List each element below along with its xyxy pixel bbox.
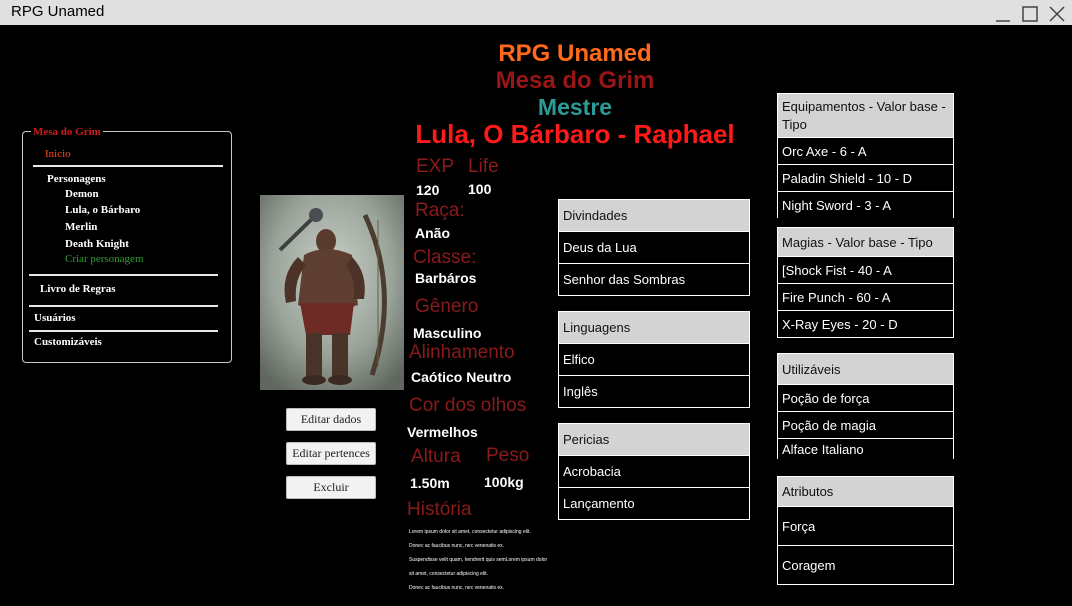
exp-value: 120 [416, 182, 440, 198]
deities-header: Divindades [558, 199, 750, 232]
sidebar-character-merlin[interactable]: Merlin [65, 221, 97, 233]
table-row: Elfico [558, 344, 750, 376]
sidebar-legend: Mesa do Grim [31, 126, 103, 138]
race-label: Raça: [415, 200, 465, 221]
history-text-line: Lorem ipsum dolor sit amet, consectetur … [409, 529, 531, 535]
edit-data-button[interactable]: Editar dados [286, 408, 376, 431]
life-label: Life [468, 156, 499, 177]
magic-table: Magias - Valor base - Tipo [Shock Fist -… [777, 227, 954, 338]
table-name-heading: Mesa do Grim [495, 67, 655, 94]
table-row: Alface Italiano [777, 439, 954, 459]
history-text-line: Donec ac faucibus nunc, nec venenatis ex… [409, 585, 505, 591]
languages-header: Linguagens [558, 311, 750, 344]
table-row: Fire Punch - 60 - A [777, 284, 954, 311]
height-value: 1.50m [410, 475, 450, 491]
sidebar-item-rulebook[interactable]: Livro de Regras [40, 283, 116, 295]
deities-table: Divindades Deus da Lua Senhor das Sombra… [558, 199, 750, 296]
sidebar-create-character[interactable]: Criar personagem [65, 253, 144, 265]
table-row: Acrobacia [558, 456, 750, 488]
history-label: História [407, 499, 472, 520]
table-row: Poção de força [777, 385, 954, 412]
attributes-table: Atributos Força Coragem [777, 476, 954, 585]
gender-label: Gênero [415, 296, 479, 317]
character-portrait [260, 195, 404, 390]
table-row: Coragem [777, 546, 954, 585]
app-name-heading: RPG Unamed [498, 40, 652, 67]
table-row: Deus da Lua [558, 232, 750, 264]
table-row: Poção de magia [777, 412, 954, 439]
eye-color-value: Vermelhos [407, 424, 478, 440]
alignment-value: Caótico Neutro [411, 369, 512, 385]
divider [29, 305, 218, 307]
table-row: Orc Axe - 6 - A [777, 138, 954, 165]
sidebar-character-death-knight[interactable]: Death Knight [65, 238, 129, 250]
table-row: Lançamento [558, 488, 750, 520]
class-value: Barbáros [415, 270, 477, 286]
exp-label: EXP [416, 156, 455, 177]
usables-header: Utilizáveis [777, 353, 954, 385]
languages-table: Linguagens Elfico Inglês [558, 311, 750, 408]
edit-belongings-button[interactable]: Editar pertences [286, 442, 376, 465]
table-row: [Shock Fist - 40 - A [777, 257, 954, 284]
history-text-line: sit amet, consectetur adipiscing elit. [409, 571, 488, 577]
sidebar-item-home[interactable]: Inicio [45, 148, 71, 160]
table-row: Inglês [558, 376, 750, 408]
race-value: Anão [415, 225, 450, 241]
weight-value: 100kg [484, 474, 524, 490]
maximize-icon[interactable] [1020, 4, 1040, 24]
history-text-line: Donec ac faucibus nunc, nec venenatis ex… [409, 543, 505, 549]
close-icon[interactable] [1047, 4, 1067, 24]
gender-value: Masculino [413, 325, 482, 341]
sidebar-item-users[interactable]: Usuários [34, 312, 76, 324]
skills-table: Pericias Acrobacia Lançamento [558, 423, 750, 520]
table-row: Paladin Shield - 10 - D [777, 165, 954, 192]
magic-header: Magias - Valor base - Tipo [777, 227, 954, 257]
history-text-line: Suspendisse velit quam, hendrerit quis s… [409, 557, 548, 563]
attributes-header: Atributos [777, 476, 954, 507]
sidebar-item-characters[interactable]: Personagens [47, 173, 106, 185]
weight-label: Peso [486, 445, 530, 466]
table-row: Senhor das Sombras [558, 264, 750, 296]
title-bar: RPG Unamed [0, 0, 1072, 25]
skills-header: Pericias [558, 423, 750, 456]
delete-button[interactable]: Excluir [286, 476, 376, 499]
window-title: RPG Unamed [11, 3, 105, 20]
minimize-icon[interactable] [993, 4, 1013, 24]
divider [33, 165, 223, 167]
table-row: X-Ray Eyes - 20 - D [777, 311, 954, 338]
sidebar-item-customizables[interactable]: Customizáveis [34, 336, 102, 348]
equipment-table: Equipamentos - Valor base - Tipo Orc Axe… [777, 93, 954, 218]
table-row: Night Sword - 3 - A [777, 192, 954, 218]
eye-color-label: Cor dos olhos [409, 395, 527, 416]
divider [29, 274, 218, 276]
table-row: Força [777, 507, 954, 546]
equipment-header: Equipamentos - Valor base - Tipo [777, 93, 954, 138]
sidebar-character-demon[interactable]: Demon [65, 188, 99, 200]
height-label: Altura [411, 446, 461, 467]
alignment-label: Alinhamento [409, 342, 515, 363]
usables-table: Utilizáveis Poção de força Poção de magi… [777, 353, 954, 459]
sidebar-character-lula[interactable]: Lula, o Bárbaro [65, 204, 140, 216]
divider [29, 330, 218, 332]
class-label: Classe: [413, 247, 477, 268]
life-value: 100 [468, 181, 492, 197]
sidebar: Mesa do Grim Inicio Personagens Demon Lu… [22, 126, 232, 363]
